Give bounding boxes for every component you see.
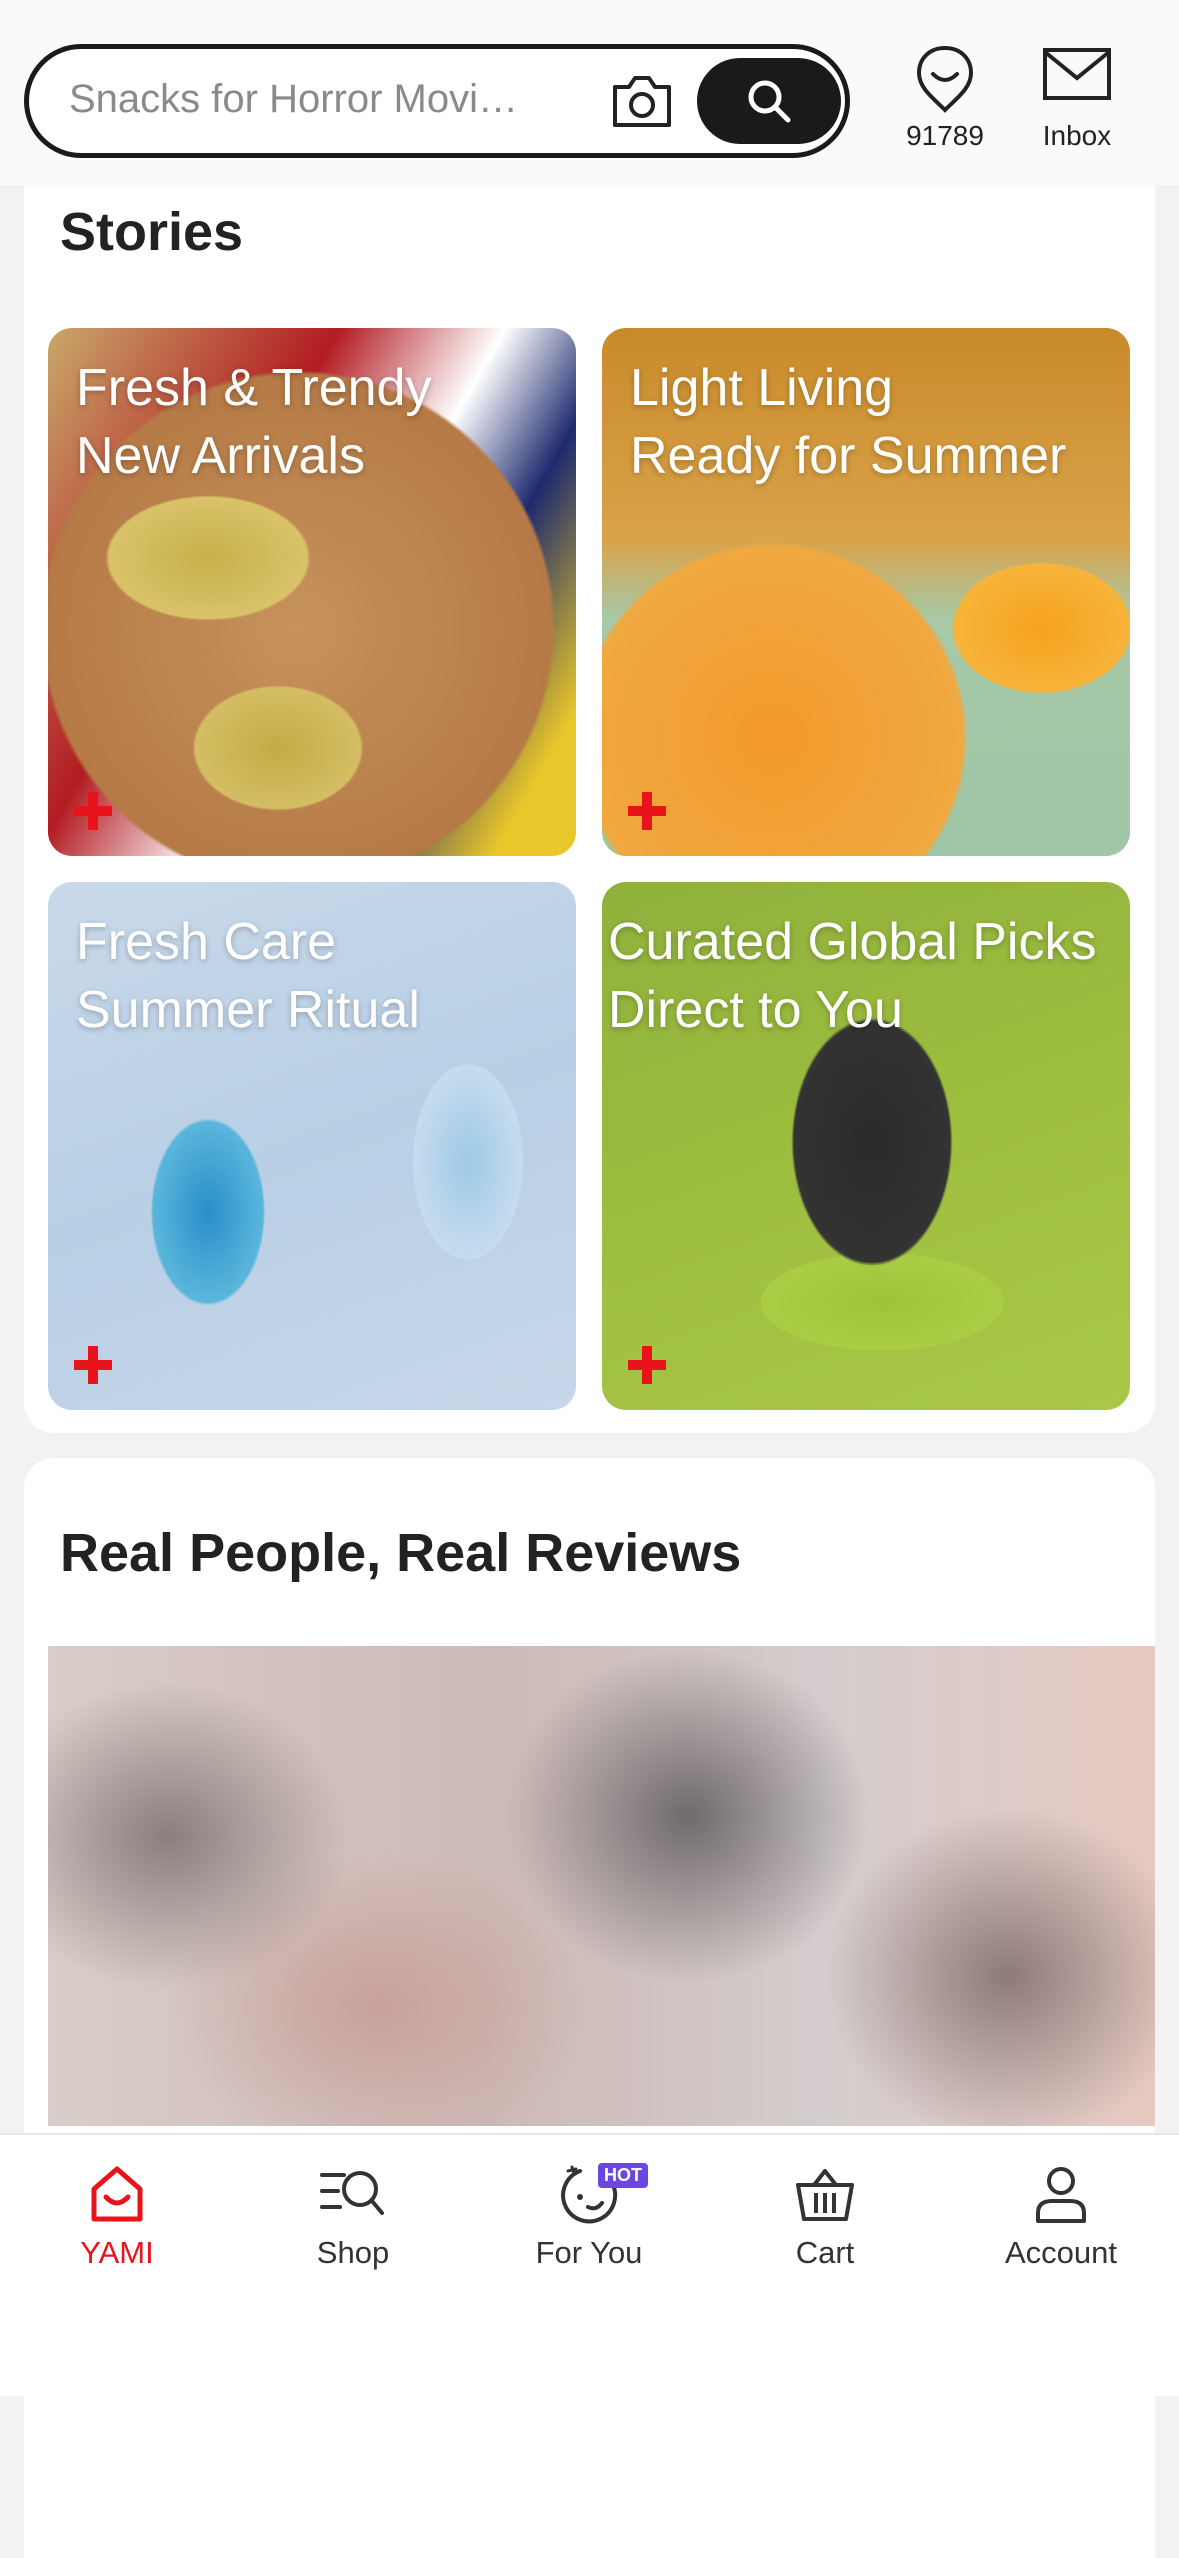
camera-icon[interactable] [609,71,675,131]
top-bar: Snacks for Horror Movi… 91789 Inbox [0,0,1179,185]
search-bar[interactable]: Snacks for Horror Movi… [24,44,850,158]
plus-icon [68,786,118,836]
bottom-nav: YAMI Shop HOT For You Cart Account [0,2133,1179,2396]
nav-label: Shop [316,2235,390,2270]
story-tile[interactable]: Light Living Ready for Summer [602,328,1130,856]
nav-item-cart[interactable]: Cart [730,2163,920,2271]
smile-pin-icon [916,45,974,113]
nav-item-shop[interactable]: Shop [258,2163,448,2271]
reviews-title: Real People, Real Reviews [60,1523,742,1583]
story-tile[interactable]: Fresh & Trendy New Arrivals [48,328,576,856]
nav-item-account[interactable]: Account [966,2163,1156,2271]
inbox-button[interactable]: Inbox [1022,44,1132,164]
inbox-label: Inbox [1042,120,1112,151]
nav-label: YAMI [80,2235,154,2270]
plus-icon [68,1340,118,1390]
nav-label: Cart [795,2235,855,2270]
basket-icon [796,2169,854,2221]
story-tile-title: Curated Global Picks Direct to You [608,913,1097,1039]
nav-item-yami[interactable]: YAMI [22,2163,212,2271]
story-tile[interactable]: Fresh Care Summer Ritual [48,882,576,1410]
story-tile[interactable]: Curated Global Picks Direct to You [602,882,1130,1410]
hot-badge: HOT [598,2163,648,2188]
story-tile-title: Fresh & Trendy New Arrivals [76,359,432,485]
home-smile-icon [91,2166,143,2222]
points-button[interactable]: 91789 [890,44,1000,164]
search-icon [748,80,791,123]
plus-icon [622,786,672,836]
nav-item-for-you[interactable]: HOT For You [494,2163,684,2271]
plus-icon [622,1340,672,1390]
nav-label: For You [535,2235,643,2270]
story-tile-title: Light Living Ready for Summer [630,359,1067,485]
review-media[interactable] [48,1646,1155,2126]
search-input[interactable]: Snacks for Horror Movi… [69,77,569,122]
points-value: 91789 [906,120,984,151]
stories-title: Stories [60,202,244,262]
search-button[interactable] [697,58,841,144]
stories-card: Stories Fresh & Trendy New Arrivals Ligh… [24,185,1155,1433]
story-tile-title: Fresh Care Summer Ritual [76,913,420,1039]
nav-label: Account [1004,2235,1117,2270]
user-icon [1036,2167,1086,2223]
mail-icon [1043,48,1111,100]
category-search-icon [320,2171,384,2215]
